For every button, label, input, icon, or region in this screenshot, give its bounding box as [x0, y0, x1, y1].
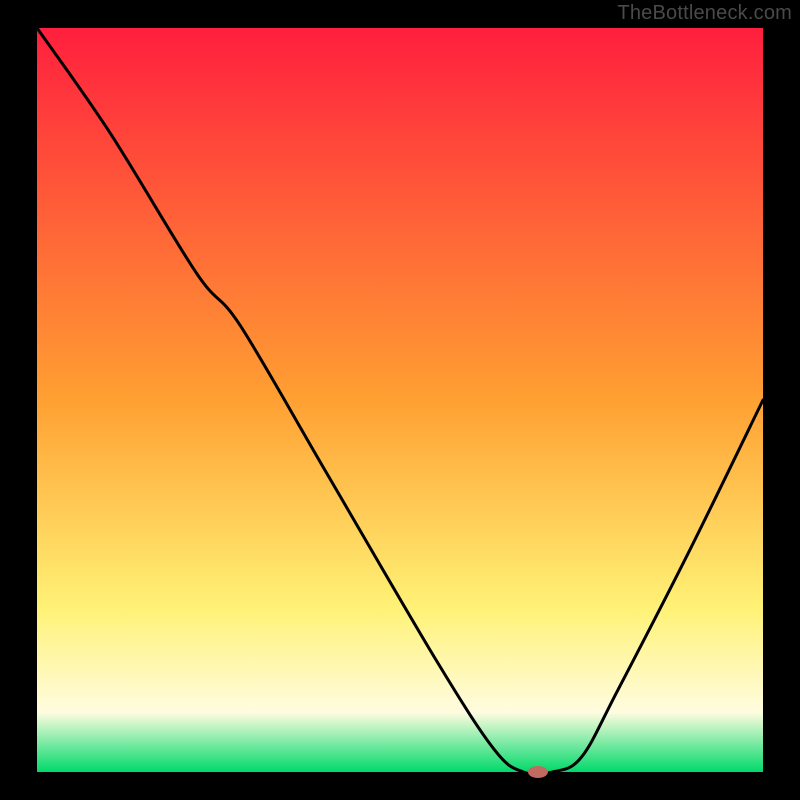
bottleneck-chart [0, 0, 800, 800]
watermark-text: TheBottleneck.com [617, 2, 792, 25]
plot-area [37, 28, 763, 772]
optimal-marker [528, 766, 548, 778]
chart-stage: TheBottleneck.com [0, 0, 800, 800]
